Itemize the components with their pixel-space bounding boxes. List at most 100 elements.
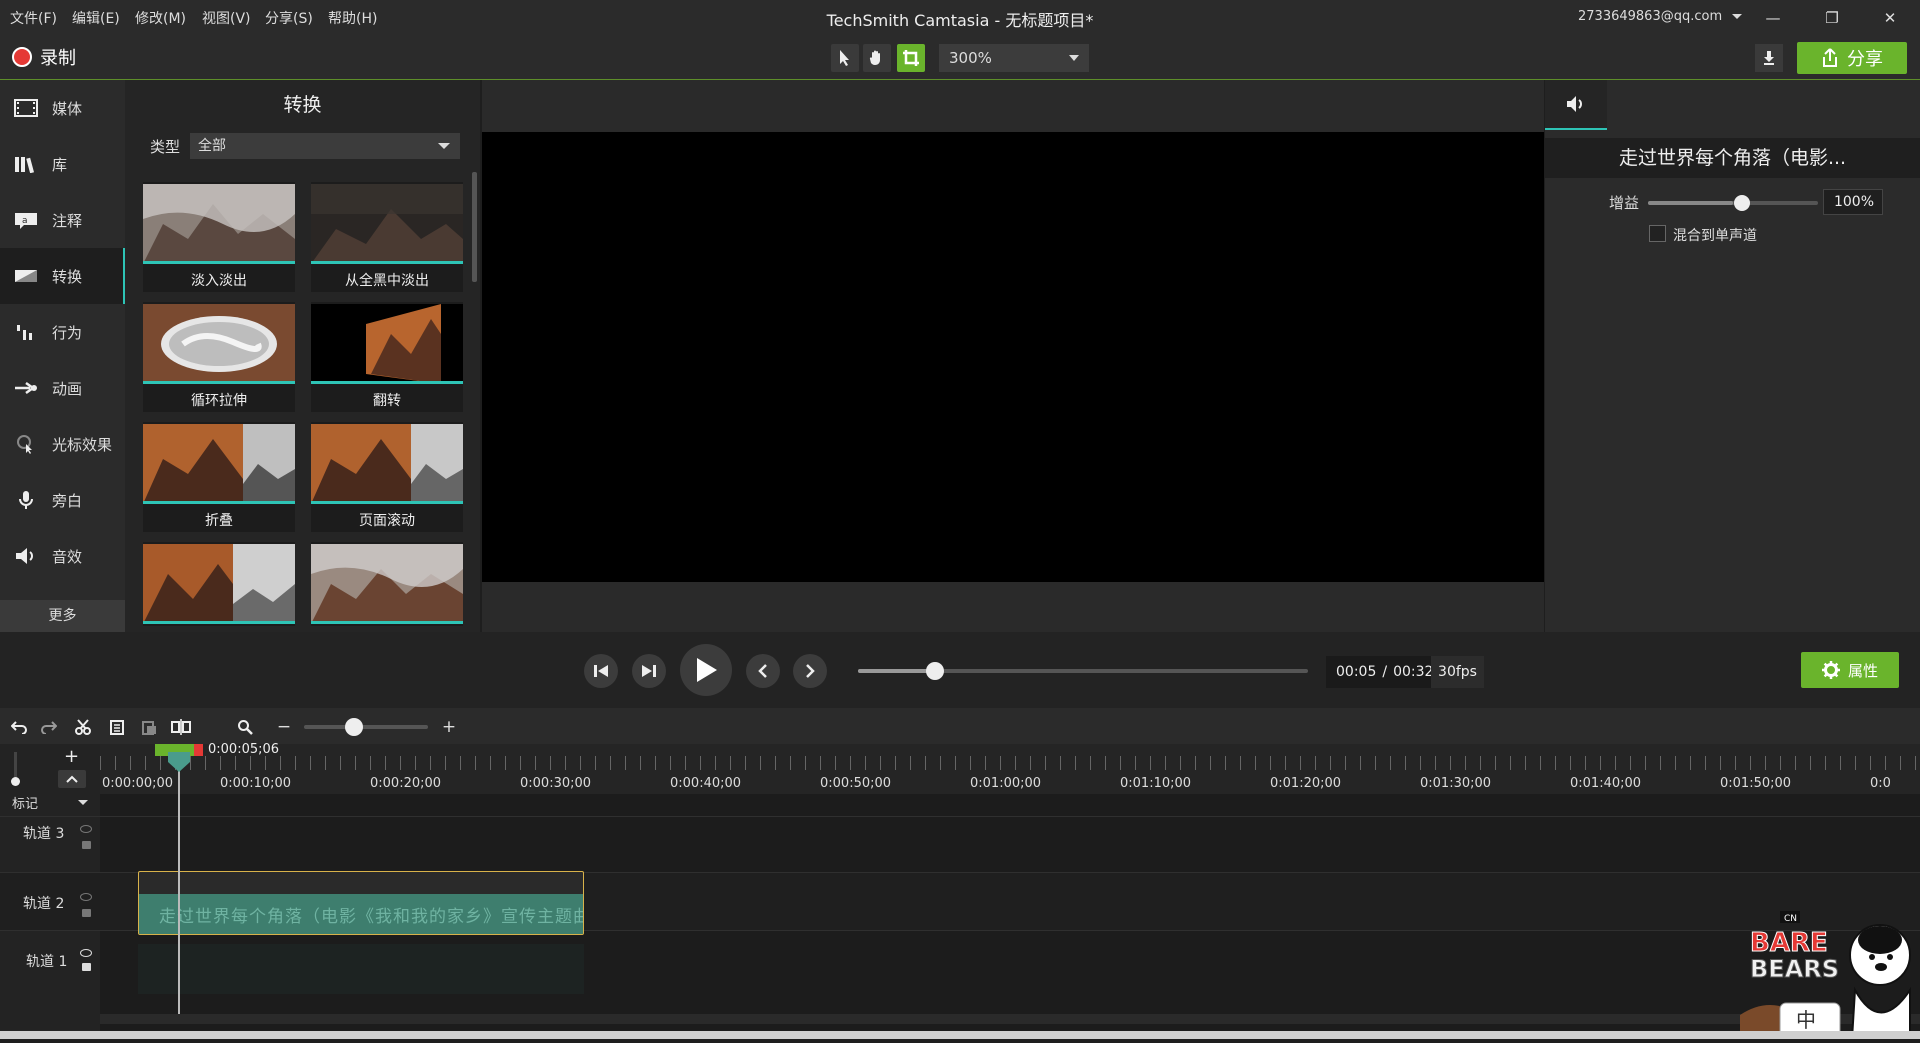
sidebar-item-label: 注释 — [52, 211, 83, 230]
play-icon — [697, 658, 717, 682]
timeline-zoom-handle[interactable] — [344, 718, 363, 736]
collapse-button[interactable] — [58, 770, 86, 788]
sidebar-item-label: 库 — [52, 155, 68, 174]
record-label: 录制 — [40, 48, 76, 69]
status-strip — [0, 1031, 1920, 1039]
download-button[interactable] — [1755, 44, 1783, 72]
transition-item[interactable] — [143, 542, 295, 626]
svg-text:BARE: BARE — [1750, 928, 1828, 958]
zoom-fit-button[interactable] — [234, 716, 256, 738]
scrubber-handle[interactable] — [926, 662, 944, 680]
transition-fold[interactable]: 折叠 — [143, 422, 295, 532]
menu-view[interactable]: 视图(V) — [202, 8, 251, 28]
close-button[interactable]: ✕ — [1870, 4, 1910, 32]
paste-button[interactable] — [138, 716, 160, 738]
timeline-zoom-slider[interactable] — [304, 718, 428, 736]
chevron-down-icon — [438, 143, 450, 149]
undo-button[interactable] — [8, 716, 30, 738]
track-row-3[interactable]: 轨道 3 — [0, 816, 1920, 872]
pan-tool-button[interactable] — [863, 44, 891, 72]
gain-slider[interactable] — [1648, 195, 1818, 211]
copy-button[interactable] — [106, 716, 128, 738]
play-button[interactable] — [680, 644, 732, 696]
split-button[interactable] — [170, 716, 192, 738]
eye-icon[interactable] — [80, 893, 92, 901]
previous-button[interactable] — [746, 654, 780, 688]
step-back-button[interactable] — [584, 654, 618, 688]
lock-icon[interactable] — [82, 909, 91, 917]
menu-file[interactable]: 文件(F) — [10, 8, 57, 28]
zoom-select[interactable]: 300% — [939, 44, 1089, 72]
more-button[interactable]: 更多 — [0, 600, 125, 632]
gain-label: 增益 — [1609, 194, 1640, 212]
ruler-tick-label: 0:01:50;00 — [1720, 776, 1792, 791]
menu-modify[interactable]: 修改(M) — [135, 8, 186, 28]
video-clip[interactable] — [138, 944, 584, 994]
svg-text:BEARS: BEARS — [1750, 955, 1839, 983]
add-track-button[interactable]: + — [64, 746, 79, 767]
account-menu[interactable]: 2733649863@qq.com — [1578, 9, 1743, 24]
sidebar-item-annotations[interactable]: a 注释 — [0, 192, 125, 248]
step-forward-button[interactable] — [632, 654, 666, 688]
audio-clip[interactable]: 走过世界每个角落（电影《我和我的家乡》宣传主题曲） — [138, 871, 584, 935]
zoom-out-button[interactable]: − — [273, 716, 295, 738]
playback-scrubber[interactable] — [858, 662, 1308, 680]
transition-flip[interactable]: 翻转 — [311, 302, 463, 412]
step-forward-icon — [642, 665, 656, 677]
timeline: + 标记 0:00:00;00 0:00:10;00 0:00:20;00 0:00:… — [0, 742, 1920, 1039]
sidebar-item-audio-effects[interactable]: 音效 — [0, 528, 125, 584]
share-button[interactable]: 分享 — [1797, 42, 1907, 74]
properties-button[interactable]: 属性 — [1801, 652, 1899, 688]
type-select[interactable]: 全部 — [190, 133, 460, 159]
mix-to-mono-checkbox[interactable] — [1649, 225, 1666, 242]
sidebar-item-media[interactable]: 媒体 — [0, 80, 125, 136]
playback-bar: 00:05 / 00:32 30fps 属性 — [0, 632, 1920, 708]
next-button[interactable] — [793, 654, 827, 688]
transition-fade-from-black[interactable]: 从全黑中淡出 — [311, 182, 463, 292]
paste-icon — [142, 721, 156, 735]
record-icon — [12, 47, 32, 67]
sidebar-item-transitions[interactable]: 转换 — [0, 248, 125, 304]
sidebar-item-cursor-effects[interactable]: 光标效果 — [0, 416, 125, 472]
transition-label: 从全黑中淡出 — [345, 273, 429, 289]
menu-share[interactable]: 分享(S) — [265, 8, 313, 28]
timeline-scrollbar[interactable] — [100, 1014, 1920, 1024]
timeline-ruler[interactable]: 0:00:00;00 0:00:10;00 0:00:20;00 0:00:30;00… — [100, 744, 1920, 794]
lock-icon[interactable] — [82, 841, 91, 849]
mix-to-mono-label: 混合到单声道 — [1673, 228, 1757, 244]
gain-input[interactable]: 100% — [1823, 189, 1883, 215]
share-label: 分享 — [1847, 49, 1883, 70]
gain-slider-handle[interactable] — [1734, 195, 1750, 211]
sidebar-item-behaviors[interactable]: 行为 — [0, 304, 125, 360]
playhead-range-end[interactable] — [194, 744, 203, 756]
volume-mini-handle[interactable] — [11, 777, 20, 786]
crop-tool-button[interactable] — [897, 44, 925, 72]
lock-icon[interactable] — [82, 963, 91, 971]
marker-dropdown-label[interactable]: 标记 — [12, 793, 38, 812]
zoom-in-button[interactable]: + — [438, 716, 460, 738]
chevron-down-icon[interactable] — [78, 800, 88, 805]
transition-cube-rotate[interactable]: 循环拉伸 — [143, 302, 295, 412]
transition-page-roll[interactable]: 页面滚动 — [311, 422, 463, 532]
transition-fade[interactable]: 淡入淡出 — [143, 182, 295, 292]
hand-icon — [869, 50, 880, 65]
track-label: 轨道 3 — [23, 826, 65, 842]
record-button[interactable]: 录制 — [12, 44, 76, 70]
menu-help[interactable]: 帮助(H) — [328, 8, 377, 28]
sidebar-item-voice-narration[interactable]: 旁白 — [0, 472, 125, 528]
maximize-button[interactable]: ❐ — [1812, 4, 1852, 32]
bear-logo: CN BARE BEARS 中 — [1740, 911, 1911, 1040]
scrollbar[interactable] — [472, 172, 477, 282]
cut-button[interactable] — [72, 716, 94, 738]
eye-hidden-icon[interactable] — [80, 949, 92, 957]
sidebar-item-animations[interactable]: 动画 — [0, 360, 125, 416]
transition-item[interactable] — [311, 542, 463, 626]
tab-audio[interactable] — [1545, 80, 1607, 130]
menu-edit[interactable]: 编辑(E) — [72, 8, 120, 28]
pointer-tool-button[interactable] — [831, 44, 859, 72]
eye-icon[interactable] — [80, 825, 92, 833]
sidebar-item-library[interactable]: 库 — [0, 136, 125, 192]
redo-button[interactable] — [38, 716, 60, 738]
minimize-button[interactable]: — — [1753, 4, 1793, 32]
video-canvas[interactable] — [482, 132, 1544, 582]
